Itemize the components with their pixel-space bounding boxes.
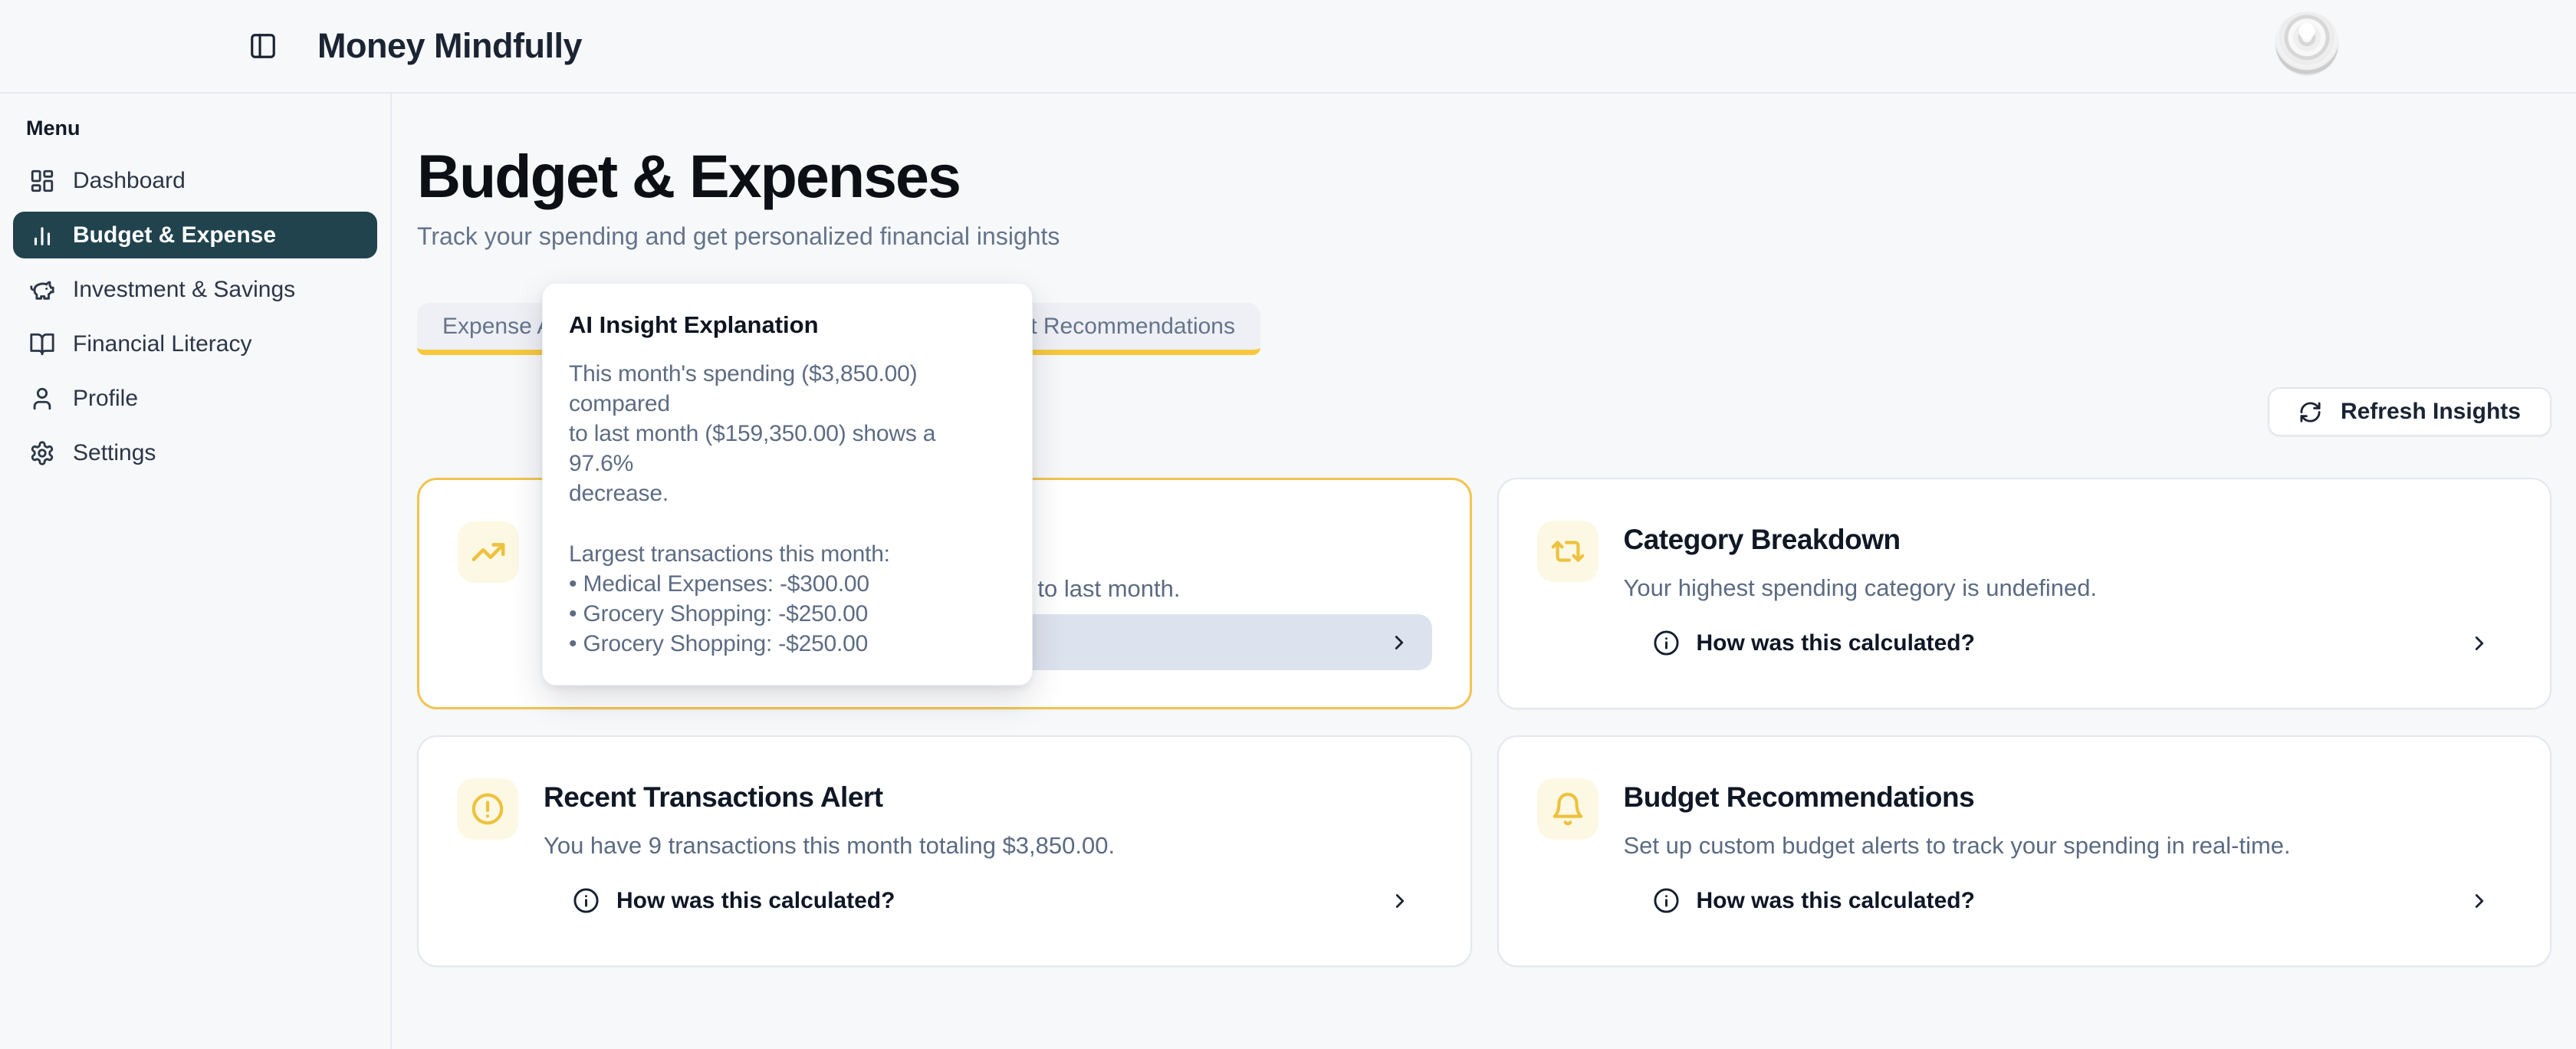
how-was-this-calculated-button[interactable]: How was this calculated?: [1624, 615, 2513, 671]
insight-card-budget-recommendations: Budget Recommendations Set up custom bud…: [1497, 735, 2552, 967]
refresh-button-label: Refresh Insights: [2341, 399, 2521, 425]
piggy-bank-icon: [29, 277, 55, 303]
sidebar-toggle-button[interactable]: [245, 28, 281, 64]
sidebar-item-label: Settings: [73, 440, 156, 466]
insight-card-recent-transactions: Recent Transactions Alert You have 9 tra…: [417, 735, 1472, 967]
sidebar-item-investment-savings[interactable]: Investment & Savings: [13, 266, 377, 313]
card-title: Budget Recommendations: [1624, 781, 2513, 814]
ai-insight-tooltip: AI Insight Explanation This month's spen…: [542, 283, 1033, 686]
info-icon: [573, 887, 600, 914]
repeat-icon: [1537, 521, 1598, 582]
tooltip-text-line: to last month ($159,350.00) shows a 97.6…: [569, 419, 1006, 478]
tooltip-text-line: Largest transactions this month:: [569, 539, 1006, 569]
how-was-this-calculated-button[interactable]: How was this calculated?: [544, 873, 1433, 929]
user-icon: [29, 386, 55, 412]
chevron-right-icon: [1388, 890, 1411, 913]
sidebar-nav: Dashboard Budget & Expense Investment: [13, 157, 377, 476]
sidebar-item-settings[interactable]: Settings: [13, 429, 377, 476]
sidebar: Menu Dashboard Budget & Expense: [0, 94, 392, 1049]
trending-up-icon: [458, 521, 519, 583]
sidebar-item-label: Investment & Savings: [73, 277, 295, 303]
tooltip-text-line: • Grocery Shopping: -$250.00: [569, 629, 1006, 659]
sidebar-item-profile[interactable]: Profile: [13, 375, 377, 422]
calc-link-label: How was this calculated?: [1697, 630, 1975, 656]
card-title: Recent Transactions Alert: [544, 781, 1433, 814]
chevron-right-icon: [1388, 631, 1411, 654]
app-title: Money Mindfully: [317, 26, 582, 66]
panel-left-icon: [248, 31, 278, 61]
sidebar-item-budget-expense[interactable]: Budget & Expense: [13, 212, 377, 258]
bell-icon: [1537, 778, 1598, 840]
sidebar-item-label: Profile: [73, 386, 138, 412]
refresh-insights-button[interactable]: Refresh Insights: [2268, 387, 2551, 436]
sidebar-item-label: Budget & Expense: [73, 222, 276, 248]
gear-icon: [29, 440, 55, 466]
sidebar-item-financial-literacy[interactable]: Financial Literacy: [13, 321, 377, 367]
chevron-right-icon: [2468, 890, 2491, 913]
tooltip-text-line: decrease.: [569, 478, 1006, 508]
tooltip-title: AI Insight Explanation: [569, 311, 1006, 339]
card-title: Category Breakdown: [1624, 524, 2513, 556]
sidebar-item-label: Dashboard: [73, 168, 186, 194]
info-icon: [1653, 887, 1680, 914]
info-icon: [1653, 630, 1680, 656]
dashboard-icon: [29, 168, 55, 194]
refresh-icon: [2298, 400, 2322, 424]
chevron-right-icon: [2468, 632, 2491, 655]
tooltip-text-line: This month's spending ($3,850.00) compar…: [569, 359, 1006, 419]
alert-circle-icon: [457, 778, 518, 840]
insight-card-category-breakdown: Category Breakdown Your highest spending…: [1497, 478, 2552, 709]
tooltip-body: This month's spending ($3,850.00) compar…: [569, 359, 1006, 659]
tooltip-text-line: • Medical Expenses: -$300.00: [569, 569, 1006, 599]
page-subtitle: Track your spending and get personalized…: [417, 222, 2551, 251]
page-title: Budget & Expenses: [417, 143, 2551, 210]
sidebar-item-dashboard[interactable]: Dashboard: [13, 157, 377, 204]
calc-link-label: How was this calculated?: [616, 888, 895, 914]
card-description: Your highest spending category is undefi…: [1624, 574, 2513, 602]
calc-link-label: How was this calculated?: [1697, 888, 1975, 914]
avatar[interactable]: [2275, 12, 2338, 75]
tooltip-text-line: • Grocery Shopping: -$250.00: [569, 599, 1006, 629]
bar-chart-icon: [29, 222, 55, 248]
sidebar-item-label: Financial Literacy: [73, 331, 251, 357]
book-open-icon: [29, 331, 55, 357]
card-description: You have 9 transactions this month total…: [544, 832, 1433, 860]
sidebar-section-label: Menu: [13, 117, 377, 140]
app-header: Money Mindfully: [0, 0, 2576, 94]
card-description: Set up custom budget alerts to track you…: [1624, 832, 2513, 860]
how-was-this-calculated-button[interactable]: How was this calculated?: [1624, 873, 2513, 929]
